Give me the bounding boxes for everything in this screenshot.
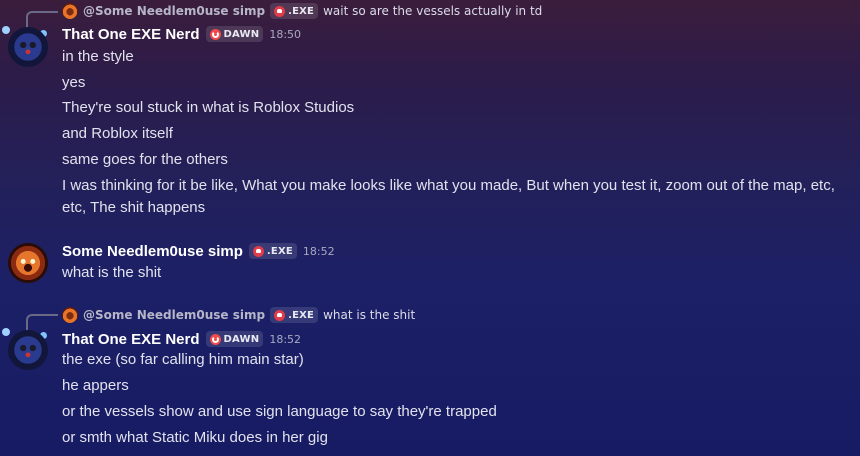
dawn-icon	[209, 28, 221, 40]
role-tag-label: DAWN	[223, 333, 260, 345]
reply-text[interactable]: what is the shit	[323, 308, 415, 322]
reply-avatar	[62, 3, 78, 19]
message-header: That One EXE Nerd DAWN 18:50	[62, 24, 301, 44]
role-tag: .EXE	[248, 243, 297, 259]
message-text: he appers	[62, 377, 129, 394]
message-header: Some Needlem0use simp .EXE 18:52	[62, 241, 335, 261]
username[interactable]: Some Needlem0use simp	[62, 243, 243, 260]
role-tag-label: .EXE	[266, 245, 293, 257]
role-tag: DAWN	[205, 26, 264, 42]
role-tag: DAWN	[205, 331, 264, 347]
role-tag-label: .EXE	[288, 309, 315, 321]
message-text: the exe (so far calling him main star)	[62, 351, 304, 368]
timestamp[interactable]: 18:50	[269, 28, 301, 41]
message-text: I was thinking for it be like, What you …	[62, 177, 835, 194]
message-text: and Roblox itself	[62, 125, 173, 142]
reply-preview[interactable]: @Some Needlem0use simp .EXE what is the …	[62, 305, 415, 325]
message-text: in the style	[62, 48, 134, 65]
message-text: what is the shit	[62, 264, 162, 281]
message-text: or the vessels show and use sign languag…	[62, 403, 497, 420]
reply-preview[interactable]: @Some Needlem0use simp .EXE wait so are …	[62, 1, 542, 21]
reply-author[interactable]: @Some Needlem0use simp	[83, 4, 265, 18]
role-tag-label: DAWN	[223, 28, 260, 40]
message-text: same goes for the others	[62, 151, 228, 168]
username[interactable]: That One EXE Nerd	[62, 331, 200, 348]
message-header: That One EXE Nerd DAWN 18:52	[62, 329, 301, 349]
role-tag-label: .EXE	[288, 5, 315, 17]
skull-icon	[274, 309, 286, 321]
dawn-icon	[209, 333, 221, 345]
reply-text[interactable]: wait so are the vessels actually in td	[323, 4, 542, 18]
avatar[interactable]	[8, 330, 48, 370]
timestamp[interactable]: 18:52	[303, 245, 335, 258]
reply-author[interactable]: @Some Needlem0use simp	[83, 308, 265, 322]
avatar[interactable]	[8, 27, 48, 67]
message-text: or smth what Static Miku does in her gig	[62, 429, 328, 446]
message-text: yes	[62, 74, 86, 91]
username[interactable]: That One EXE Nerd	[62, 26, 200, 43]
reply-avatar	[62, 307, 78, 323]
skull-icon	[252, 245, 264, 257]
timestamp[interactable]: 18:52	[269, 333, 301, 346]
skull-icon	[274, 5, 286, 17]
avatar[interactable]	[8, 243, 48, 283]
message-text: They're soul stuck in what is Roblox Stu…	[62, 99, 355, 116]
role-tag: .EXE	[270, 3, 319, 19]
message-text: etc, The shit happens	[62, 199, 206, 216]
role-tag: .EXE	[270, 307, 319, 323]
